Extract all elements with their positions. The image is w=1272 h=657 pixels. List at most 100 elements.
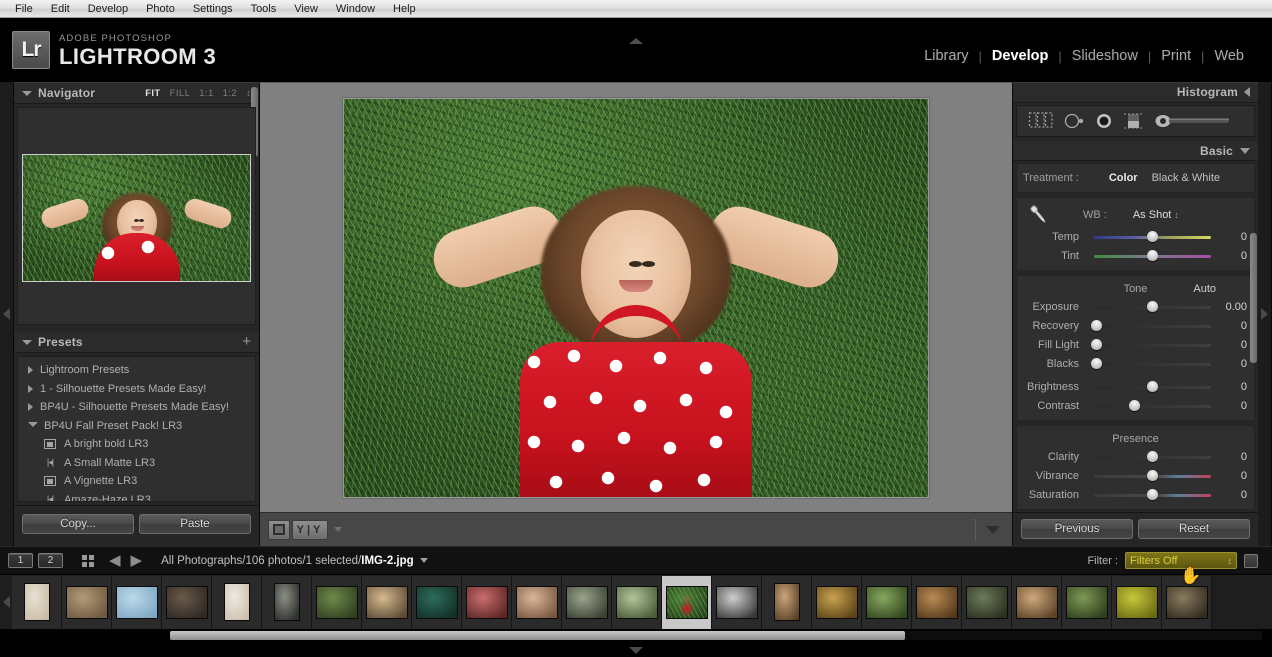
before-after-compare-icon[interactable]: Y|Y bbox=[292, 519, 328, 540]
preset-item-vignette[interactable]: A Vignette LR3 bbox=[18, 472, 255, 491]
treatment-color-option[interactable]: Color bbox=[1109, 172, 1138, 184]
previous-button[interactable]: Previous bbox=[1021, 519, 1133, 540]
contrast-value[interactable]: 0 bbox=[1219, 400, 1247, 412]
recovery-value[interactable]: 0 bbox=[1219, 320, 1247, 332]
vibrance-slider-knob[interactable] bbox=[1147, 470, 1158, 482]
chevron-down-icon[interactable] bbox=[419, 558, 428, 563]
clarity-slider-track[interactable] bbox=[1094, 451, 1211, 463]
filmstrip-thumbnail-selected[interactable] bbox=[662, 575, 712, 629]
menu-item-window[interactable]: Window bbox=[327, 1, 384, 17]
filmstrip-thumbnail[interactable] bbox=[1112, 575, 1162, 629]
presets-panel-header[interactable]: Presets + bbox=[14, 332, 259, 353]
module-develop[interactable]: Develop bbox=[982, 48, 1058, 64]
filmstrip-thumbnail[interactable] bbox=[162, 575, 212, 629]
back-arrow-icon[interactable]: ◀ bbox=[109, 553, 121, 568]
filmstrip-thumbnail[interactable] bbox=[1162, 575, 1212, 629]
top-panel-collapse-arrow[interactable] bbox=[629, 38, 643, 44]
filmstrip-thumbnail[interactable] bbox=[762, 575, 812, 629]
menu-item-edit[interactable]: Edit bbox=[42, 1, 79, 17]
navigator-preview-area[interactable] bbox=[17, 107, 256, 325]
zoom-1-2[interactable]: 1:2 bbox=[223, 88, 237, 99]
forward-arrow-icon[interactable]: ▶ bbox=[131, 553, 143, 568]
brightness-slider-track[interactable] bbox=[1094, 381, 1211, 393]
recovery-slider-track[interactable] bbox=[1090, 320, 1211, 332]
contrast-slider-track[interactable] bbox=[1094, 400, 1211, 412]
filmstrip[interactable] bbox=[0, 574, 1272, 629]
blacks-value[interactable]: 0 bbox=[1219, 358, 1247, 370]
filmstrip-thumbnail[interactable] bbox=[262, 575, 312, 629]
zoom-fit[interactable]: FIT bbox=[145, 88, 160, 99]
exposure-value[interactable]: 0.00 bbox=[1219, 301, 1247, 313]
toolbar-expand-icon[interactable] bbox=[986, 525, 1000, 534]
clarity-slider-knob[interactable] bbox=[1147, 451, 1158, 463]
right-panel-rail[interactable] bbox=[1258, 82, 1272, 546]
menu-item-help[interactable]: Help bbox=[384, 1, 425, 17]
right-panel-collapse-icon[interactable] bbox=[1261, 308, 1268, 320]
filmstrip-scroll-left-icon[interactable] bbox=[3, 596, 10, 608]
left-panel-rail[interactable] bbox=[0, 82, 14, 546]
menu-item-file[interactable]: File bbox=[6, 1, 42, 17]
monitor-2-button[interactable]: 2 bbox=[38, 553, 63, 568]
filmstrip-thumbnail[interactable] bbox=[512, 575, 562, 629]
fill-light-slider-knob[interactable] bbox=[1090, 339, 1102, 351]
left-panel-collapse-icon[interactable] bbox=[3, 308, 10, 320]
filter-preset-dropdown[interactable]: Filters Off ↕ bbox=[1125, 552, 1237, 569]
filmstrip-thumbnail[interactable] bbox=[462, 575, 512, 629]
filmstrip-thumbnail[interactable] bbox=[962, 575, 1012, 629]
red-eye-icon[interactable] bbox=[1094, 112, 1114, 130]
reset-button[interactable]: Reset bbox=[1138, 519, 1250, 540]
saturation-value[interactable]: 0 bbox=[1219, 489, 1247, 501]
module-web[interactable]: Web bbox=[1204, 48, 1254, 64]
recovery-slider-knob[interactable] bbox=[1090, 320, 1102, 332]
module-library[interactable]: Library bbox=[914, 48, 978, 64]
brightness-slider-knob[interactable] bbox=[1147, 381, 1158, 393]
preset-item-amaze-haze[interactable]: |◂| Amaze-Haze LR3 bbox=[18, 491, 255, 501]
zoom-1-1[interactable]: 1:1 bbox=[199, 88, 213, 99]
graduated-filter-icon[interactable] bbox=[1123, 112, 1145, 130]
wb-preset-dropdown[interactable]: As Shot ↕ bbox=[1133, 209, 1179, 221]
menu-item-tools[interactable]: Tools bbox=[242, 1, 286, 17]
adjustment-brush-icon[interactable] bbox=[1154, 113, 1232, 129]
basic-panel-header[interactable]: Basic bbox=[1013, 141, 1258, 161]
filmstrip-thumbnail[interactable] bbox=[1062, 575, 1112, 629]
navigator-thumbnail[interactable] bbox=[22, 154, 251, 282]
preset-item-small-matte[interactable]: |◂| A Small Matte LR3 bbox=[18, 454, 255, 473]
contrast-slider-knob[interactable] bbox=[1129, 400, 1141, 412]
spot-removal-icon[interactable] bbox=[1063, 112, 1085, 130]
main-photo[interactable] bbox=[343, 97, 929, 498]
vibrance-value[interactable]: 0 bbox=[1219, 470, 1247, 482]
menu-item-develop[interactable]: Develop bbox=[79, 1, 137, 17]
filmstrip-thumbnail[interactable] bbox=[112, 575, 162, 629]
tint-slider-knob[interactable] bbox=[1147, 250, 1158, 262]
treatment-bw-option[interactable]: Black & White bbox=[1152, 172, 1220, 184]
paste-button[interactable]: Paste bbox=[139, 513, 251, 534]
preset-item-bright-bold[interactable]: A bright bold LR3 bbox=[18, 435, 255, 454]
tint-slider-track[interactable] bbox=[1094, 250, 1211, 262]
filmstrip-thumbnail[interactable] bbox=[312, 575, 362, 629]
crop-overlay-icon[interactable] bbox=[1028, 111, 1054, 130]
saturation-slider-track[interactable] bbox=[1094, 489, 1211, 501]
copy-button[interactable]: Copy... bbox=[22, 513, 134, 534]
right-panel-scrollbar[interactable] bbox=[1250, 233, 1257, 363]
filter-toggle-button[interactable] bbox=[1244, 553, 1258, 568]
filmstrip-thumbnail[interactable] bbox=[862, 575, 912, 629]
preset-group-bp4u-silhouette[interactable]: BP4U - Silhouette Presets Made Easy! bbox=[18, 398, 255, 417]
preset-group-bp4u-fall[interactable]: BP4U Fall Preset Pack! LR3 bbox=[18, 417, 255, 436]
filmstrip-thumbnail[interactable] bbox=[912, 575, 962, 629]
preset-group-silhouette-1[interactable]: 1 - Silhouette Presets Made Easy! bbox=[18, 380, 255, 399]
fill-light-slider-track[interactable] bbox=[1090, 339, 1211, 351]
module-print[interactable]: Print bbox=[1151, 48, 1201, 64]
compare-mode-dropdown-icon[interactable] bbox=[334, 527, 342, 532]
zoom-fill[interactable]: FILL bbox=[170, 88, 191, 99]
navigator-panel-header[interactable]: Navigator FIT FILL 1:1 1:2 ↕ bbox=[14, 83, 259, 104]
blacks-slider-track[interactable] bbox=[1090, 358, 1211, 370]
filmstrip-thumbnail[interactable] bbox=[612, 575, 662, 629]
loupe-view-icon[interactable] bbox=[268, 519, 290, 540]
preset-group-lightroom[interactable]: Lightroom Presets bbox=[18, 361, 255, 380]
photo-stage[interactable] bbox=[260, 83, 1012, 512]
clarity-value[interactable]: 0 bbox=[1219, 451, 1247, 463]
add-preset-icon[interactable]: + bbox=[242, 334, 251, 349]
vibrance-slider-track[interactable] bbox=[1094, 470, 1211, 482]
exposure-slider-knob[interactable] bbox=[1147, 301, 1158, 313]
auto-tone-button[interactable]: Auto bbox=[1193, 283, 1216, 295]
